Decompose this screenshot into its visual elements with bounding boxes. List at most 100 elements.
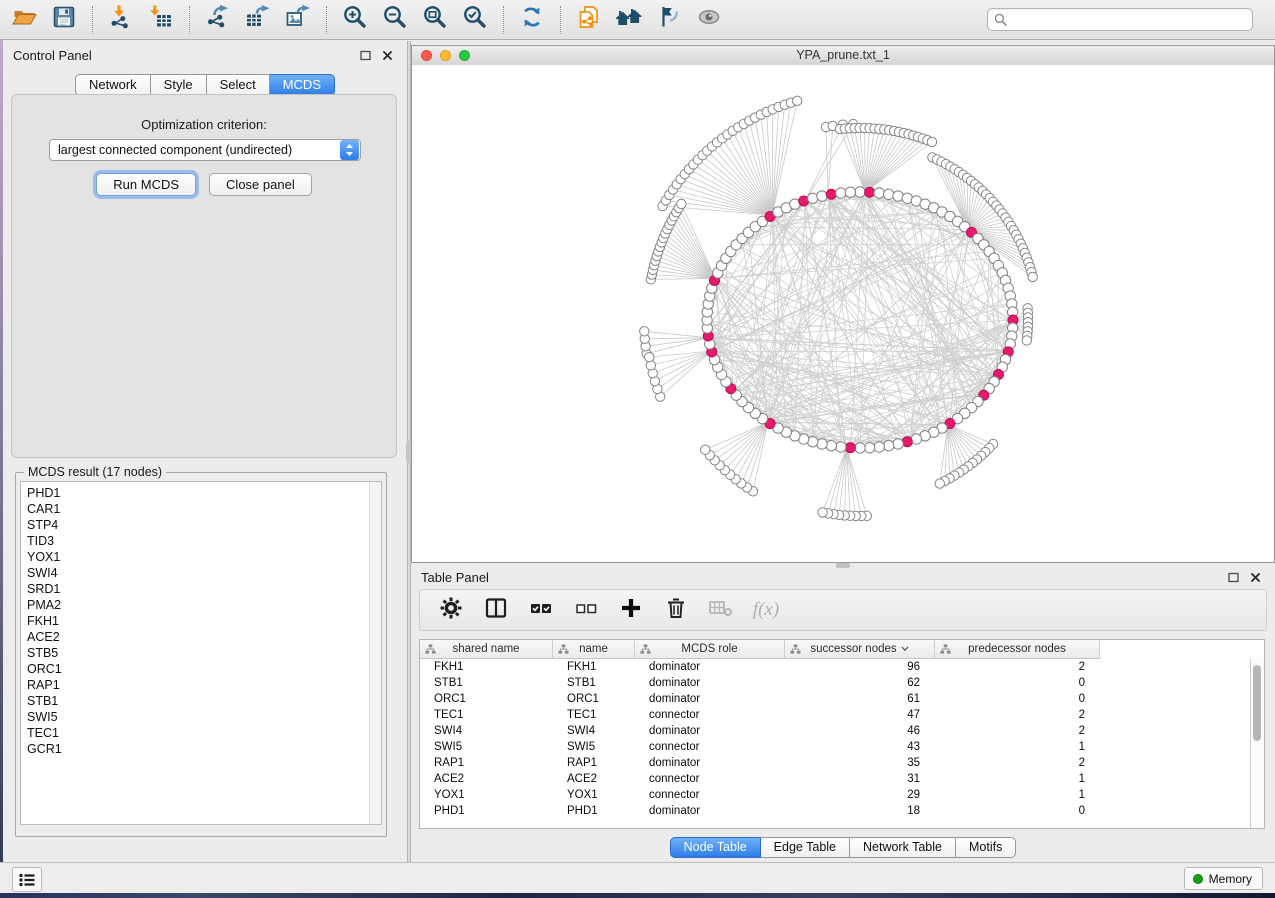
mcds-result-item[interactable]: STB5: [27, 645, 381, 661]
column-header-name[interactable]: name: [553, 640, 635, 659]
node-table[interactable]: shared namenameMCDS rolesuccessor nodesp…: [419, 639, 1265, 829]
close-panel-button[interactable]: Close panel: [209, 173, 312, 196]
graph-ring-node[interactable]: [855, 187, 865, 197]
table-row[interactable]: STB1STB1dominator620: [420, 675, 1264, 691]
graph-ring-node[interactable]: [845, 187, 855, 197]
table-row[interactable]: PHD1PHD1dominator180: [420, 803, 1264, 819]
tab-select[interactable]: Select: [207, 74, 270, 96]
column-header-predecessor-nodes[interactable]: predecessor nodes: [935, 640, 1100, 659]
graph-leaf-node[interactable]: [792, 96, 801, 105]
tab-mcds[interactable]: MCDS: [270, 74, 335, 96]
run-mcds-button[interactable]: Run MCDS: [96, 173, 196, 196]
mcds-result-item[interactable]: SWI4: [27, 565, 381, 581]
graph-ring-node[interactable]: [883, 441, 893, 451]
graph-ring-node[interactable]: [874, 188, 884, 198]
tab-edge-table[interactable]: Edge Table: [761, 837, 850, 858]
column-visibility-button[interactable]: [483, 597, 509, 623]
graph-leaf-node[interactable]: [935, 479, 944, 488]
table-row[interactable]: TEC1TEC1connector472: [420, 707, 1264, 723]
column-header-successor-nodes[interactable]: successor nodes: [785, 640, 935, 659]
mcds-result-item[interactable]: CAR1: [27, 501, 381, 517]
tab-network-table[interactable]: Network Table: [850, 837, 956, 858]
table-row[interactable]: SWI4SWI4dominator462: [420, 723, 1264, 739]
close-table-panel-icon[interactable]: [1249, 571, 1261, 583]
graph-hub-node[interactable]: [865, 187, 875, 197]
export-table-button[interactable]: [240, 4, 276, 36]
search-field[interactable]: [987, 8, 1253, 31]
zoom-fit-button[interactable]: [417, 4, 453, 36]
mcds-result-item[interactable]: PHD1: [27, 485, 381, 501]
graph-ring-node[interactable]: [874, 442, 884, 452]
criterion-select[interactable]: largest connected component (undirected): [49, 139, 361, 161]
table-row[interactable]: ORC1ORC1dominator610: [420, 691, 1264, 707]
task-history-button[interactable]: [12, 867, 42, 892]
hide-graphics-details-button[interactable]: [651, 4, 687, 36]
graph-ring-node[interactable]: [817, 439, 827, 449]
import-network-button[interactable]: [103, 4, 139, 36]
graph-ring-node[interactable]: [864, 443, 874, 453]
search-input[interactable]: [1007, 13, 1252, 27]
show-graphics-details-button[interactable]: [691, 4, 727, 36]
mcds-result-item[interactable]: TEC1: [27, 725, 381, 741]
graph-ring-node[interactable]: [808, 193, 818, 203]
network-overview-button[interactable]: [611, 4, 647, 36]
zoom-out-button[interactable]: [377, 4, 413, 36]
tab-style[interactable]: Style: [151, 74, 207, 96]
add-row-button[interactable]: [618, 597, 644, 623]
tab-motifs[interactable]: Motifs: [956, 837, 1016, 858]
graph-ring-node[interactable]: [836, 442, 846, 452]
float-table-panel-icon[interactable]: [1227, 571, 1239, 583]
graph-hub-node[interactable]: [845, 443, 855, 453]
table-row[interactable]: SWI5SWI5connector431: [420, 739, 1264, 755]
graph-leaf-node[interactable]: [701, 445, 710, 454]
mcds-result-item[interactable]: RAP1: [27, 677, 381, 693]
mcds-result-item[interactable]: FKH1: [27, 613, 381, 629]
table-row[interactable]: FKH1FKH1dominator962: [420, 659, 1264, 675]
tab-network[interactable]: Network: [75, 74, 151, 96]
mcds-result-item[interactable]: ACE2: [27, 629, 381, 645]
graph-ring-node[interactable]: [826, 441, 836, 451]
table-scrollbar[interactable]: [1250, 659, 1264, 828]
tab-node-table[interactable]: Node Table: [670, 837, 761, 858]
graph-ring-node[interactable]: [883, 189, 893, 199]
mcds-result-list[interactable]: PHD1CAR1STP4TID3YOX1SWI4SRD1PMA2FKH1ACE2…: [20, 481, 382, 825]
zoom-selected-button[interactable]: [457, 4, 493, 36]
graph-ring-node[interactable]: [893, 439, 903, 449]
mcds-list-scrollbar[interactable]: [369, 482, 381, 824]
graph-leaf-node[interactable]: [1022, 336, 1031, 345]
mcds-result-item[interactable]: YOX1: [27, 549, 381, 565]
mcds-result-item[interactable]: GCR1: [27, 741, 381, 757]
mcds-result-item[interactable]: STP4: [27, 517, 381, 533]
float-panel-icon[interactable]: [359, 49, 371, 61]
close-window-light[interactable]: [421, 50, 432, 61]
table-settings-button[interactable]: [438, 597, 464, 623]
import-table-button[interactable]: [143, 4, 179, 36]
close-panel-icon[interactable]: [381, 49, 393, 61]
table-scrollbar-thumb[interactable]: [1253, 665, 1261, 741]
column-header-shared-name[interactable]: shared name: [420, 640, 553, 659]
minimize-window-light[interactable]: [440, 50, 451, 61]
graph-leaf-node[interactable]: [640, 327, 649, 336]
graph-leaf-node[interactable]: [645, 352, 654, 361]
delete-row-button[interactable]: [663, 597, 689, 623]
mcds-result-item[interactable]: SRD1: [27, 581, 381, 597]
clone-network-button[interactable]: [571, 4, 607, 36]
graph-leaf-node[interactable]: [818, 508, 827, 517]
horizontal-splitter-handle[interactable]: [836, 563, 850, 568]
graph-ring-node[interactable]: [836, 188, 846, 198]
graph-leaf-node[interactable]: [927, 137, 936, 146]
select-all-rows-button[interactable]: [528, 597, 554, 623]
mcds-result-item[interactable]: TID3: [27, 533, 381, 549]
mcds-result-item[interactable]: SWI5: [27, 709, 381, 725]
zoom-in-button[interactable]: [337, 4, 373, 36]
graph-hub-node[interactable]: [902, 437, 912, 447]
network-canvas[interactable]: [412, 65, 1274, 562]
mcds-result-item[interactable]: PMA2: [27, 597, 381, 613]
graph-leaf-node[interactable]: [677, 199, 686, 208]
graph-ring-node[interactable]: [855, 443, 865, 453]
column-header-mcds-role[interactable]: MCDS role: [635, 640, 785, 659]
mcds-result-item[interactable]: STB1: [27, 693, 381, 709]
zoom-window-light[interactable]: [459, 50, 470, 61]
memory-button[interactable]: Memory: [1184, 867, 1263, 890]
table-row[interactable]: YOX1YOX1connector291: [420, 787, 1264, 803]
